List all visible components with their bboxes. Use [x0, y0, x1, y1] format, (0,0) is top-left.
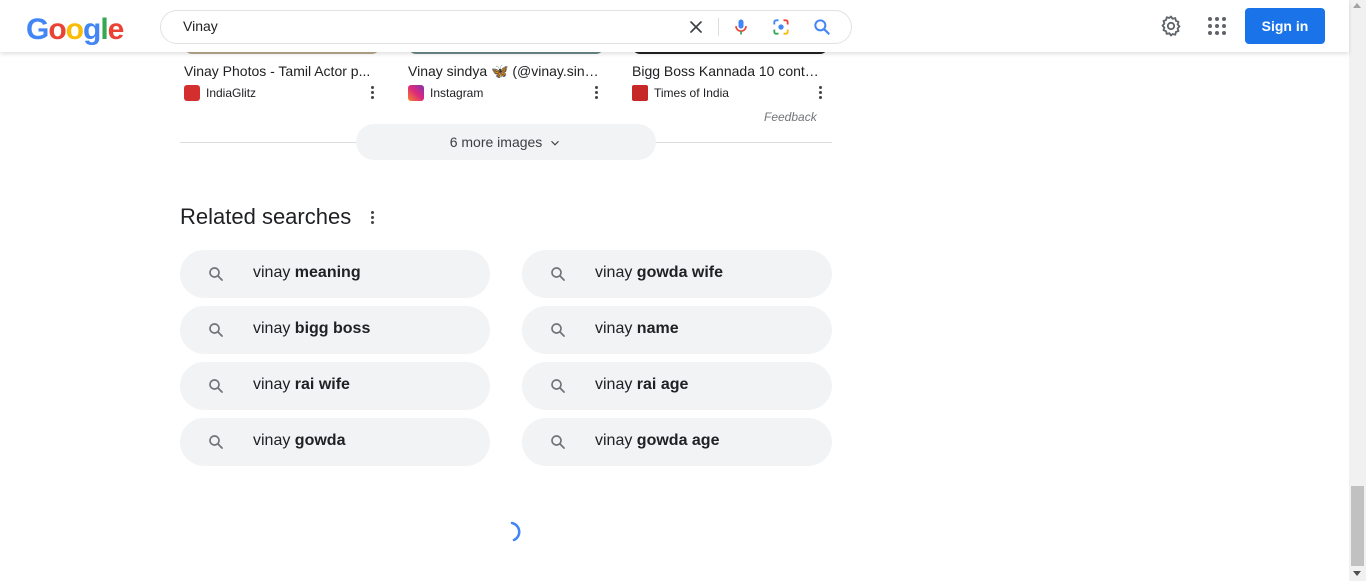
related-search-text: vinay name: [595, 320, 679, 338]
query-prefix: vinay: [253, 264, 295, 281]
query-suffix: meaning: [294, 264, 361, 281]
image-title[interactable]: Vinay sindya 🦋 (@vinay.sind...: [408, 62, 600, 80]
source-name: Times of India: [654, 86, 729, 100]
related-search-chip[interactable]: vinay gowda age: [522, 418, 832, 466]
related-search-chip[interactable]: vinay meaning: [180, 250, 490, 298]
query-prefix: vinay: [253, 432, 295, 449]
instagram-favicon-icon: [408, 85, 424, 101]
settings-icon[interactable]: [1159, 14, 1183, 38]
logo-letter: l: [100, 13, 108, 46]
image-source: IndiaGlitz: [184, 84, 384, 102]
related-search-chip[interactable]: vinay rai age: [522, 362, 832, 410]
google-logo[interactable]: Google: [26, 13, 125, 47]
scroll-down-arrow-icon[interactable]: [1353, 571, 1361, 576]
feedback-link[interactable]: Feedback: [764, 110, 817, 124]
source-name: Instagram: [430, 86, 484, 100]
image-source: Instagram: [408, 84, 608, 102]
more-images-button[interactable]: 6 more images: [356, 124, 656, 160]
scrollbar-thumb[interactable]: [1351, 486, 1364, 566]
logo-letter: e: [107, 13, 125, 46]
vertical-scrollbar[interactable]: [1349, 0, 1366, 581]
related-search-text: vinay gowda wife: [595, 264, 723, 282]
search-icon: [209, 379, 223, 393]
related-search-text: vinay meaning: [253, 264, 361, 282]
query-prefix: vinay: [253, 320, 295, 337]
apps-icon[interactable]: [1205, 14, 1229, 38]
query-prefix: vinay: [595, 320, 637, 337]
sign-in-button[interactable]: Sign in: [1245, 8, 1325, 44]
search-icon: [551, 267, 565, 281]
query-suffix: gowda: [294, 432, 346, 449]
search-icon: [209, 435, 223, 449]
query-prefix: vinay: [595, 264, 637, 281]
logo-letter: g: [83, 13, 101, 46]
related-search-text: vinay gowda age: [595, 432, 719, 450]
related-search-chip[interactable]: vinay name: [522, 306, 832, 354]
search-icon: [551, 435, 565, 449]
image-result[interactable]: Bigg Boss Kannada 10 conte... Times of I…: [632, 62, 832, 102]
search-icon: [209, 267, 223, 281]
search-icon: [551, 323, 565, 337]
query-suffix: rai wife: [294, 376, 350, 393]
search-box[interactable]: [160, 10, 852, 44]
image-source: Times of India: [632, 84, 832, 102]
clear-icon[interactable]: [686, 17, 706, 37]
logo-letter: G: [26, 13, 49, 46]
search-input[interactable]: [181, 17, 665, 35]
more-options-icon[interactable]: [368, 210, 376, 226]
image-result[interactable]: Vinay sindya 🦋 (@vinay.sind... Instagram: [408, 62, 608, 102]
query-suffix: name: [636, 320, 679, 337]
related-searches-title: Related searches: [180, 204, 352, 229]
scroll-up-arrow-icon[interactable]: [1353, 3, 1361, 8]
related-search-text: vinay gowda: [253, 432, 345, 450]
top-header: Google Vinay Sign in: [0, 0, 1349, 52]
related-search-chip[interactable]: vinay gowda wife: [522, 250, 832, 298]
chevron-down-icon: [551, 141, 560, 146]
query-suffix: gowda age: [636, 432, 720, 449]
image-title[interactable]: Vinay Photos - Tamil Actor p...: [184, 62, 376, 80]
related-search-chip[interactable]: vinay gowda: [180, 418, 490, 466]
image-title[interactable]: Bigg Boss Kannada 10 conte...: [632, 62, 824, 80]
query-prefix: vinay: [595, 432, 637, 449]
query-suffix: gowda wife: [636, 264, 724, 281]
search-divider: [718, 18, 719, 36]
indiaglitz-favicon-icon: [184, 85, 200, 101]
logo-letter: o: [65, 13, 84, 46]
search-icon: [209, 323, 223, 337]
more-options-icon[interactable]: [816, 85, 824, 101]
more-images-label: 6 more images: [449, 134, 543, 150]
times-of-india-favicon-icon: [632, 85, 648, 101]
related-search-chip[interactable]: vinay bigg boss: [180, 306, 490, 354]
loading-spinner-icon: [510, 521, 521, 542]
query-suffix: bigg boss: [294, 320, 371, 337]
related-search-text: vinay rai wife: [253, 376, 350, 394]
image-result[interactable]: Vinay Photos - Tamil Actor p... IndiaGli…: [184, 62, 384, 102]
microphone-icon[interactable]: [731, 17, 751, 37]
more-options-icon[interactable]: [592, 85, 600, 101]
search-icon[interactable]: [812, 17, 832, 37]
query-prefix: vinay: [253, 376, 295, 393]
more-options-icon[interactable]: [368, 85, 376, 101]
query-suffix: rai age: [636, 376, 689, 393]
lens-icon[interactable]: [771, 17, 791, 37]
search-icon: [551, 379, 565, 393]
related-search-text: vinay rai age: [595, 376, 688, 394]
source-name: IndiaGlitz: [206, 86, 257, 100]
related-search-text: vinay bigg boss: [253, 320, 370, 338]
related-search-chip[interactable]: vinay rai wife: [180, 362, 490, 410]
logo-letter: o: [48, 13, 66, 46]
query-prefix: vinay: [595, 376, 637, 393]
